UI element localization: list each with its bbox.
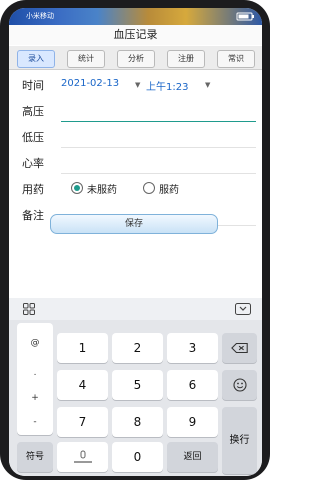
key-6[interactable]: 6 xyxy=(167,370,218,400)
heart-rate-label: 心率 xyxy=(22,157,44,170)
numeric-keyboard: @ . + - 1 2 3 4 5 6 7 8 9 换行 符号 0 返回 xyxy=(9,298,262,476)
systolic-input[interactable] xyxy=(61,121,256,122)
key-5[interactable]: 5 xyxy=(112,370,163,400)
time-label: 时间 xyxy=(22,79,44,92)
time-picker[interactable]: 上午1:23 xyxy=(146,78,188,93)
key-0[interactable]: 0 xyxy=(112,442,163,472)
medication-row: 用药 未服药 服药 xyxy=(9,176,262,202)
time-dropdown-icon[interactable]: ▼ xyxy=(205,81,210,89)
systolic-row: 高压 xyxy=(9,98,262,124)
date-picker[interactable]: 2021-02-13 xyxy=(61,78,119,89)
key-8[interactable]: 8 xyxy=(112,407,163,437)
microphone-icon xyxy=(73,450,92,463)
back-key[interactable]: 返回 xyxy=(167,442,218,472)
systolic-label: 高压 xyxy=(22,105,44,118)
radio-no-medication[interactable] xyxy=(71,182,83,194)
status-bar: 小米移动 xyxy=(9,8,262,25)
diastolic-row: 低压 xyxy=(9,124,262,150)
radio-medication[interactable] xyxy=(143,182,155,194)
hide-keyboard-icon[interactable] xyxy=(235,303,251,315)
tab-bar: 录入 统计 分析 注册 常识 xyxy=(9,46,262,70)
phone-frame: 小米移动 血压记录 录入 统计 分析 注册 常识 时间 2021-02-13 ▼ xyxy=(0,0,270,480)
diastolic-label: 低压 xyxy=(22,131,44,144)
diastolic-input[interactable] xyxy=(61,147,256,148)
page-title: 血压记录 xyxy=(9,25,262,45)
symbol-key[interactable]: 符号 xyxy=(17,442,53,472)
medication-label: 用药 xyxy=(22,183,44,196)
medication-option-label[interactable]: 服药 xyxy=(159,181,179,196)
key-dot[interactable]: . xyxy=(20,368,50,378)
heart-rate-row: 心率 xyxy=(9,150,262,176)
note-label: 备注 xyxy=(22,209,44,222)
key-2[interactable]: 2 xyxy=(112,333,163,363)
screen: 小米移动 血压记录 录入 统计 分析 注册 常识 时间 2021-02-13 ▼ xyxy=(9,8,262,476)
heart-rate-input[interactable] xyxy=(61,173,256,174)
key-at[interactable]: @ xyxy=(20,338,50,348)
tab-knowledge[interactable]: 常识 xyxy=(217,50,255,68)
backspace-icon xyxy=(230,342,248,354)
key-minus[interactable]: - xyxy=(20,417,50,427)
emoji-key[interactable] xyxy=(222,370,257,400)
key-plus[interactable]: + xyxy=(20,393,50,403)
save-button[interactable]: 保存 xyxy=(50,214,218,234)
voice-key[interactable] xyxy=(57,442,108,472)
backspace-key[interactable] xyxy=(222,333,257,363)
date-dropdown-icon[interactable]: ▼ xyxy=(135,81,140,89)
key-3[interactable]: 3 xyxy=(167,333,218,363)
key-7[interactable]: 7 xyxy=(57,407,108,437)
emoji-icon xyxy=(232,378,247,392)
keyboard-toolbar xyxy=(9,298,262,320)
grid-menu-icon[interactable] xyxy=(23,303,35,315)
no-medication-label[interactable]: 未服药 xyxy=(87,181,117,196)
time-row: 时间 2021-02-13 ▼ 上午1:23 ▼ xyxy=(9,72,262,98)
tab-register[interactable]: 注册 xyxy=(167,50,205,68)
key-4[interactable]: 4 xyxy=(57,370,108,400)
tab-statistics[interactable]: 统计 xyxy=(67,50,105,68)
battery-icon xyxy=(236,12,254,21)
carrier-label: 小米移动 xyxy=(26,12,54,20)
enter-key[interactable]: 换行 xyxy=(222,407,257,474)
tab-analysis[interactable]: 分析 xyxy=(117,50,155,68)
key-1[interactable]: 1 xyxy=(57,333,108,363)
key-9[interactable]: 9 xyxy=(167,407,218,437)
tab-input[interactable]: 录入 xyxy=(17,50,55,68)
